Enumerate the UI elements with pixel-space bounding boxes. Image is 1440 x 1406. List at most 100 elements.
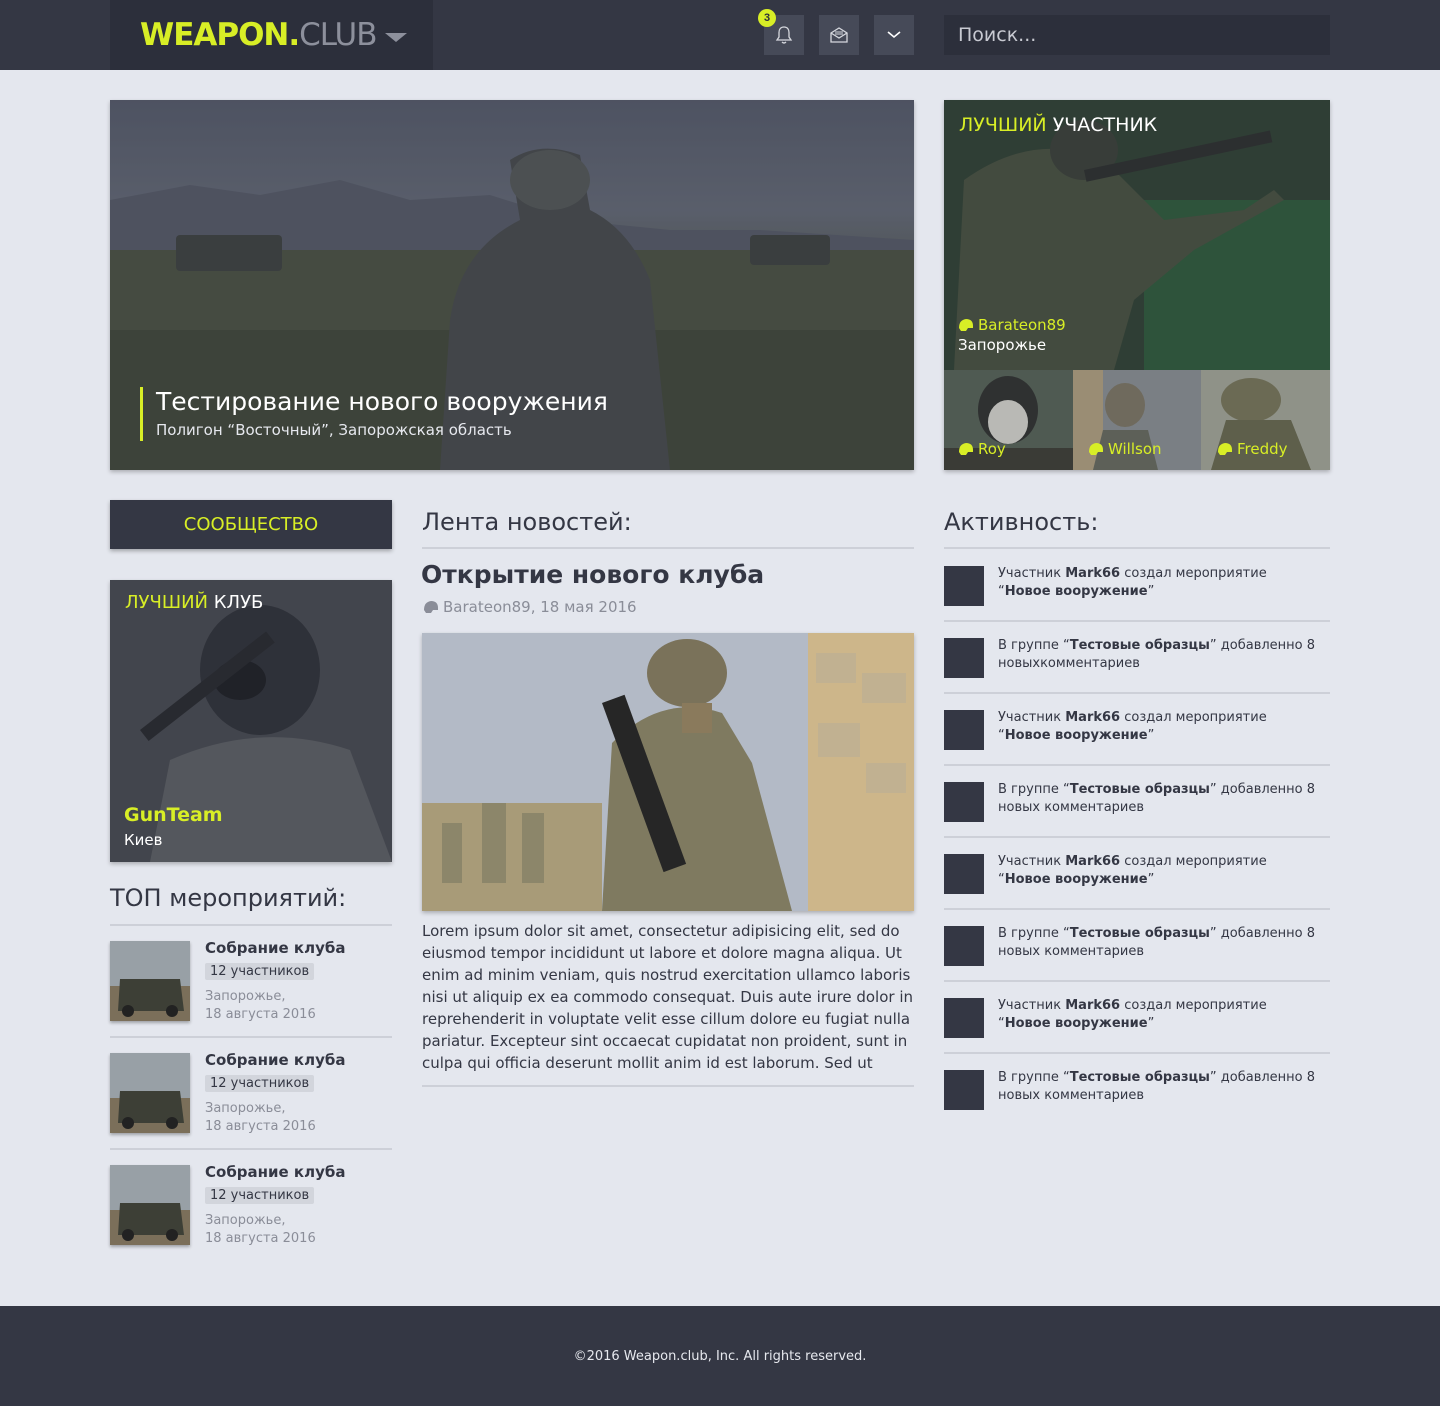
activity-text-bold: Новое вооружение [1004,1016,1148,1031]
activity-text-bold: Новое вооружение [1004,584,1148,599]
news-heading: Лента новостей: [422,508,632,536]
activity-item[interactable]: Участник Mark66 создал мероприятие “Новое… [944,566,1330,638]
activity-text-part: Участник [998,998,1066,1013]
article-meta: Barateon89, 18 мая 2016 [423,598,637,616]
member-thumb-name: Roy [978,440,1006,458]
event-item[interactable]: Собрание клуба 12 участников Запорожье, … [110,1163,392,1248]
divider [944,620,1330,622]
best-member-image[interactable]: ЛУЧШИЙ УЧАСТНИК Barateon89 Запорожье [944,100,1330,370]
activity-text-bold: Mark66 [1065,998,1121,1013]
activity-text-part: ” [1147,872,1155,887]
activity-text-part: В группе “ [998,926,1070,941]
event-item[interactable]: Собрание клуба 12 участников Запорожье, … [110,939,392,1022]
member-thumb-label: Roy [958,440,1006,458]
search-input[interactable] [944,15,1330,55]
activity-text-bold: Новое вооружение [1004,872,1148,887]
avatar[interactable] [944,926,984,966]
messages-button[interactable] [819,15,859,55]
member-thumb-willson[interactable]: Willson [1073,370,1202,470]
activity-text-bold: Mark66 [1065,566,1121,581]
activity-text-bold: Тестовые образцы [1069,926,1210,941]
article-title[interactable]: Открытие нового клуба [421,560,764,589]
avatar[interactable] [944,566,984,606]
activity-text-part: ” добавленно 8 [1209,926,1316,941]
divider [944,764,1330,766]
activity-text-part: ” добавленно 8 [1209,782,1316,797]
activity-text-part: новыхкомментариев [998,656,1140,671]
member-thumb-label: Freddy [1217,440,1288,458]
divider [944,1052,1330,1054]
activity-text-part: “ [998,728,1005,743]
best-member-title-accent: ЛУЧШИЙ [959,114,1047,136]
avatar[interactable] [944,782,984,822]
best-club-card[interactable]: ЛУЧШИЙ КЛУБ GunTeam Киев [110,580,392,862]
activity-text-part: ” [1147,584,1155,599]
divider [110,924,392,926]
menu-dropdown-button[interactable] [874,15,914,55]
activity-item[interactable]: В группе “Тестовые образцы” добавленно 8… [944,926,1330,998]
hero-title[interactable]: Тестирование нового вооружения [156,387,608,417]
event-title[interactable]: Собрание клуба [205,939,345,957]
event-date: 18 августа 2016 [205,1119,316,1134]
divider [944,547,1330,549]
best-member-card: ЛУЧШИЙ УЧАСТНИК Barateon89 Запорожье Roy… [944,100,1330,470]
activity-text-bold: Mark66 [1065,854,1121,869]
event-date: 18 августа 2016 [205,1007,316,1022]
helmet-icon [1218,443,1232,455]
activity-text-bold: Тестовые образцы [1069,638,1210,653]
activity-item[interactable]: В группе “Тестовые образцы” добавленно 8… [944,1070,1330,1142]
activity-item[interactable]: В группе “Тестовые образцы” добавленно 8… [944,782,1330,854]
top-events-heading: ТОП мероприятий: [110,884,347,912]
activity-text-part: создал мероприятие [1120,854,1267,869]
member-thumb-roy[interactable]: Roy [944,370,1073,470]
event-place: Запорожье, 18 августа 2016 [205,1212,316,1248]
divider [110,1148,392,1150]
member-thumb-freddy[interactable]: Freddy [1201,370,1330,470]
chevron-down-icon [887,31,901,39]
divider [944,980,1330,982]
avatar[interactable] [944,998,984,1038]
logo-dropdown-icon[interactable] [384,32,407,42]
member-thumb-name: Freddy [1237,440,1288,458]
event-title[interactable]: Собрание клуба [205,1051,345,1069]
activity-text-part: В группе “ [998,1070,1070,1085]
activity-text-bold: Новое вооружение [1004,728,1148,743]
avatar[interactable] [944,854,984,894]
article-text: Lorem ipsum dolor sit amet, consectetur … [422,922,914,1072]
notifications-button[interactable]: 3 [758,9,804,55]
activity-text-part: ” [1147,1016,1155,1031]
footer: ©2016 Weapon.club, Inc. All rights reser… [0,1306,1440,1406]
activity-text: В группе “Тестовые образцы” добавленно 8… [998,637,1318,673]
best-member-city: Запорожье [958,336,1047,354]
activity-text-part: Участник [998,710,1066,725]
event-title[interactable]: Собрание клуба [205,1163,345,1181]
logo[interactable]: WEAPON. CLUB [110,0,433,70]
activity-text-bold: Тестовые образцы [1069,1070,1210,1085]
activity-text: Участник Mark66 создал мероприятие “Новое… [998,853,1318,889]
event-place: Запорожье, 18 августа 2016 [205,1100,316,1136]
event-item[interactable]: Собрание клуба 12 участников Запорожье, … [110,1051,392,1136]
avatar[interactable] [944,1070,984,1110]
community-button[interactable]: СООБЩЕСТВО [110,500,392,549]
avatar[interactable] [944,710,984,750]
hero-subtitle: Полигон “Восточный”, Запорожская область [156,421,512,439]
activity-text-bold: Тестовые образцы [1069,782,1210,797]
activity-item[interactable]: Участник Mark66 создал мероприятие “Новое… [944,998,1330,1070]
best-member-name: Barateon89 [978,316,1066,334]
logo-light: CLUB [299,17,377,53]
best-member-name-row[interactable]: Barateon89 [958,316,1066,334]
article-image[interactable] [422,633,914,911]
activity-item[interactable]: Участник Mark66 создал мероприятие “Новое… [944,854,1330,926]
activity-item[interactable]: Участник Mark66 создал мероприятие “Новое… [944,710,1330,782]
activity-text-part: В группе “ [998,638,1070,653]
activity-text-part: “ [998,584,1005,599]
avatar[interactable] [944,638,984,678]
hero-banner[interactable]: Тестирование нового вооружения Полигон “… [110,100,914,470]
activity-item[interactable]: В группе “Тестовые образцы” добавленно 8… [944,638,1330,710]
best-club-name: GunTeam [124,804,223,826]
best-member-title: ЛУЧШИЙ УЧАСТНИК [959,114,1157,136]
best-club-title-accent: ЛУЧШИЙ [125,592,209,613]
activity-text-part: новых комментариев [998,944,1145,959]
event-thumbnail [110,1053,190,1133]
copyright: ©2016 Weapon.club, Inc. All rights reser… [573,1348,867,1364]
